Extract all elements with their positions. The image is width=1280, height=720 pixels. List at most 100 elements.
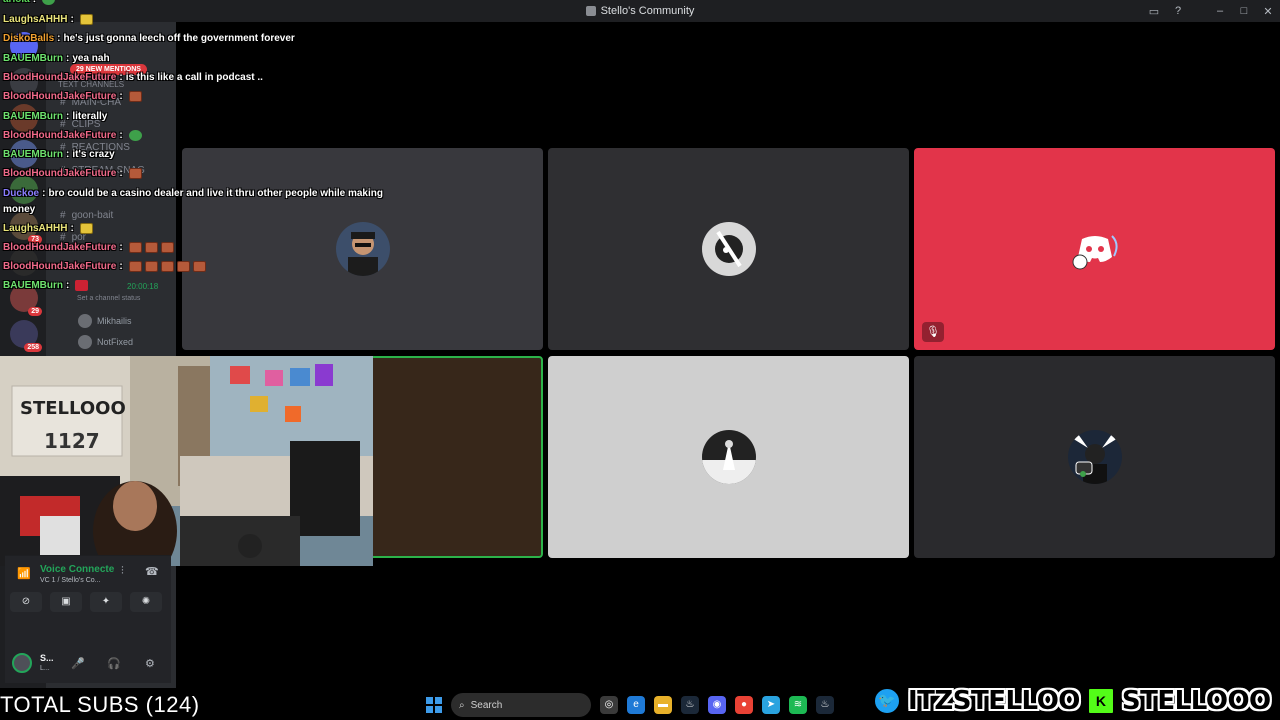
chat-text: literally	[72, 111, 108, 122]
chat-username: BAUEMBurn	[3, 149, 63, 160]
twitter-handle: ITZSTELLOO	[908, 685, 1080, 716]
activities-button[interactable]: ✦	[90, 592, 122, 612]
maximize-button[interactable]: □	[1232, 5, 1256, 17]
mention-badge: 29	[28, 307, 42, 316]
emote-icon	[75, 280, 89, 291]
chat-message: BloodHoundJakeFuture:	[3, 91, 142, 102]
server-icon[interactable]: 258	[10, 320, 42, 352]
chat-username: BAUEMBurn	[3, 111, 63, 122]
window-controls: ▭ ? – □ ✕	[1142, 0, 1280, 22]
voice-channel-name[interactable]: VC 1 / Stello's Co...	[40, 577, 100, 584]
chat-message: BloodHoundJakeFuture:	[3, 130, 142, 141]
kick-icon: K	[1085, 685, 1116, 716]
chat-username: BloodHoundJakeFuture	[3, 261, 117, 272]
headphones-icon[interactable]: 🎧	[107, 657, 121, 670]
video-tile[interactable]	[182, 148, 543, 350]
streamer-webcam: STELLOOO 1127	[0, 356, 373, 566]
telegram-icon[interactable]: ➤	[762, 696, 780, 714]
chat-username: BAUEMBurn	[3, 53, 63, 64]
chat-username: LaughsAHHH	[3, 14, 68, 25]
chat-message: arlola:	[3, 0, 56, 5]
chat-username: Duckoe	[3, 188, 40, 199]
edge-icon[interactable]: e	[627, 696, 645, 714]
video-tile[interactable]: 🎙	[914, 148, 1275, 350]
emote-icon	[79, 223, 93, 234]
chat-username: LaughsAHHH	[3, 223, 68, 234]
emote-icon	[128, 91, 142, 102]
steam-icon[interactable]: ♨	[681, 696, 699, 714]
voice-user[interactable]: NotFixed	[78, 335, 133, 349]
participant-avatar	[701, 430, 756, 484]
steam-icon[interactable]: ♨	[816, 696, 834, 714]
chat-message: BloodHoundJakeFuture:	[3, 261, 206, 272]
noise-suppression-icon[interactable]: ⫶	[121, 565, 124, 578]
chat-text: yea nah	[72, 53, 110, 64]
emote-icon	[79, 14, 93, 25]
screen-share-button[interactable]: ▣	[50, 592, 82, 612]
hash-icon: #	[60, 210, 66, 221]
voice-user[interactable]: Mikhailis	[78, 314, 132, 328]
disconnect-icon[interactable]: ☎	[145, 565, 159, 578]
search-icon: ⌕	[459, 699, 465, 711]
chat-message: BloodHoundJakeFuture:	[3, 242, 174, 253]
chat-username: DiskoBalls	[3, 33, 55, 44]
emote-icon	[128, 261, 142, 272]
spotify-icon[interactable]: ≋	[789, 696, 807, 714]
signal-icon[interactable]: 📶	[17, 567, 31, 580]
chat-message: BAUEMBurn: yea nah	[3, 53, 110, 64]
video-tile[interactable]	[548, 148, 909, 350]
chat-username: BloodHoundJakeFuture	[3, 242, 117, 253]
avatar	[78, 335, 92, 349]
discord-icon[interactable]: ◉	[708, 696, 726, 714]
emote-icon	[128, 168, 142, 179]
search-placeholder: Search	[470, 699, 503, 711]
channel-goon-bait[interactable]: # goon-bait	[60, 210, 113, 221]
user-status: L...	[40, 665, 50, 672]
chat-message: BloodHoundJakeFuture:	[3, 168, 142, 179]
screen: Stello's Community ▭ ? – □ ✕ 73 29 258 2…	[0, 0, 1280, 720]
username[interactable]: S...	[40, 653, 54, 663]
participant-avatar	[1067, 430, 1122, 484]
chat-message: BAUEMBurn: literally	[3, 111, 108, 122]
chrome-icon[interactable]: ●	[735, 696, 753, 714]
emote-icon	[42, 0, 56, 5]
soundboard-button[interactable]: ✺	[130, 592, 162, 612]
video-tile[interactable]	[548, 356, 909, 558]
window-title-text: Stello's Community	[600, 5, 695, 17]
set-channel-status[interactable]: Set a channel status	[77, 295, 140, 302]
camera-off-button[interactable]: ⊘	[10, 592, 42, 612]
windows-start-icon[interactable]	[426, 697, 442, 713]
inbox-icon[interactable]: ▭	[1142, 5, 1166, 18]
muted-icon: 🎙	[922, 322, 944, 342]
settings-gear-icon[interactable]: ⚙	[145, 657, 155, 670]
taskbar-search[interactable]: ⌕ Search	[451, 693, 591, 717]
emote-icon	[160, 261, 174, 272]
chat-text: is this like a call in podcast ..	[125, 72, 263, 83]
chat-text: bro could be a casino dealer and live it…	[48, 188, 383, 199]
close-button[interactable]: ✕	[1256, 5, 1280, 18]
avatar	[78, 314, 92, 328]
file-explorer-icon[interactable]: ▬	[654, 696, 672, 714]
video-tile[interactable]	[914, 356, 1275, 558]
chat-text: it's crazy	[72, 149, 115, 160]
chat-message: money	[3, 204, 35, 215]
chat-message: BloodHoundJakeFuture: is this like a call…	[3, 72, 263, 83]
chat-username: BloodHoundJakeFuture	[3, 91, 117, 102]
emote-icon	[176, 261, 190, 272]
emote-icon	[128, 242, 142, 253]
emote-icon	[144, 242, 158, 253]
server-icon	[585, 6, 596, 16]
twitter-icon: 🐦	[872, 685, 902, 716]
participant-avatar	[701, 222, 756, 276]
chat-username: BloodHoundJakeFuture	[3, 130, 117, 141]
chrome-dev-icon[interactable]: ◎	[600, 696, 618, 714]
chat-message: Duckoe: bro could be a casino dealer and …	[3, 188, 383, 199]
chat-username: BloodHoundJakeFuture	[3, 72, 117, 83]
help-icon[interactable]: ?	[1166, 5, 1190, 17]
user-panel: S... L... 🎤 🎧 ⚙	[5, 643, 171, 683]
emote-icon	[192, 261, 206, 272]
microphone-icon[interactable]: 🎤	[71, 657, 85, 670]
minimize-button[interactable]: –	[1208, 5, 1232, 17]
voice-status[interactable]: Voice Connecte	[40, 564, 114, 575]
avatar[interactable]	[12, 653, 32, 673]
